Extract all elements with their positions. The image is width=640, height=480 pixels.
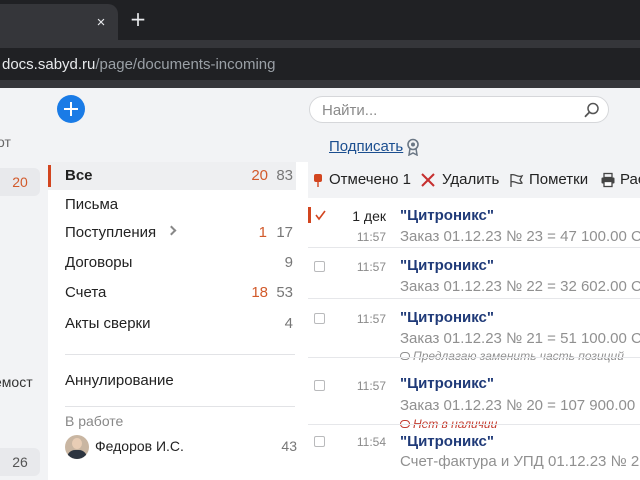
folder-total-count: 9 (284, 254, 293, 271)
avatar (65, 435, 89, 459)
search-icon[interactable] (584, 102, 600, 118)
delete-button[interactable]: Удалить (442, 171, 499, 188)
document-description: Заказ 01.12.23 № 23 = 47 100.00 Ср (400, 228, 640, 245)
section-title-in-work: В работе (65, 413, 124, 429)
new-tab-icon[interactable]: + (128, 9, 148, 29)
divider (65, 406, 295, 407)
left-strip-text: емост (0, 374, 33, 390)
create-document-button[interactable] (57, 95, 85, 123)
folder-invoices[interactable]: Счета 18 53 (48, 279, 296, 307)
folder-label: Аннулирование (65, 372, 174, 389)
document-list: 1 дек "Цитроникс" 11:57 Заказ 01.12.23 №… (308, 198, 640, 480)
document-row[interactable]: 11:54 "Цитроникс" Счет-фактура и УПД 01.… (308, 425, 640, 480)
documents-toolbar: Отмечено 1 Удалить Пометки Рас (308, 162, 640, 198)
folder-unread-count: 18 (251, 284, 268, 301)
document-time: 11:54 (356, 435, 386, 449)
browser-tab[interactable]: × (0, 4, 118, 40)
document-time: 11:57 (356, 379, 386, 393)
row-checkbox[interactable] (314, 380, 325, 391)
sign-link[interactable]: Подписать (329, 138, 403, 155)
folder-reconciliation[interactable]: Акты сверки 4 (48, 310, 296, 338)
document-description: Заказ 01.12.23 № 20 = 107 900.00 С (400, 397, 640, 414)
folder-panel: Все 20 83 Письма Поступления 1 17 Догово… (48, 162, 308, 480)
folder-contracts[interactable]: Договоры 9 (48, 249, 296, 277)
folder-total-count: 53 (276, 284, 293, 301)
folder-receipts[interactable]: Поступления 1 17 (48, 219, 296, 247)
folder-label: Счета (65, 284, 107, 301)
folder-label: Письма (65, 196, 119, 213)
left-navigation-strip: от 20 емост 26 (0, 88, 42, 480)
search-input[interactable] (322, 100, 572, 120)
document-description: Счет-фактура и УПД 01.12.23 № 21 (400, 453, 640, 470)
url-path: /page/documents-incoming (95, 56, 276, 73)
document-time: 11:57 (356, 312, 386, 326)
folder-label: Акты сверки (65, 315, 151, 332)
row-checkbox[interactable] (314, 436, 325, 447)
document-row[interactable]: 1 дек "Цитроникс" 11:57 Заказ 01.12.23 №… (308, 198, 640, 248)
folder-all[interactable]: Все 20 83 (48, 162, 296, 190)
delete-icon (421, 173, 435, 187)
left-strip-text: от (0, 134, 11, 150)
document-row[interactable]: 11:57 "Цитроникс" Заказ 01.12.23 № 21 = … (308, 299, 640, 363)
document-description: Заказ 01.12.23 № 22 = 32 602.00 Ср (400, 278, 640, 295)
folder-label: Все (65, 167, 93, 184)
folder-label: Договоры (65, 254, 133, 271)
marked-count-button[interactable]: Отмечено 1 (329, 171, 411, 188)
document-row[interactable]: 11:57 "Цитроникс" Заказ 01.12.23 № 20 = … (308, 358, 640, 431)
url-text[interactable]: docs.sabyd.ru/page/documents-incoming (2, 56, 276, 74)
document-row[interactable]: 11:57 "Цитроникс" Заказ 01.12.23 № 22 = … (308, 248, 640, 299)
folder-letters[interactable]: Письма (48, 191, 296, 219)
document-organization: "Цитроникс" (400, 309, 495, 326)
folder-total-count: 83 (276, 167, 293, 184)
folder-annulment[interactable]: Аннулирование (48, 367, 296, 395)
row-checkbox[interactable] (314, 261, 325, 272)
url-host: docs.sabyd.ru (2, 56, 96, 73)
folder-unread-count: 1 (258, 224, 267, 241)
checkmark-icon[interactable] (315, 210, 326, 221)
search-box (309, 96, 609, 123)
print-icon (601, 172, 615, 188)
browser-tab-bar: × + (0, 0, 640, 40)
document-organization: "Цитроникс" (400, 207, 495, 224)
active-row-marker (308, 207, 311, 223)
tags-button[interactable]: Пометки (529, 171, 588, 188)
marked-icon (314, 174, 322, 187)
app-content: от 20 емост 26 Все 20 83 Письма Поступле… (0, 88, 640, 480)
left-strip-counter[interactable]: 26 (0, 448, 40, 476)
document-organization: "Цитроникс" (400, 375, 495, 392)
divider (65, 354, 295, 355)
document-date: 1 дек (352, 208, 386, 224)
flag-icon (510, 173, 524, 187)
chevron-right-icon[interactable] (166, 225, 177, 236)
assignee-count: 43 (281, 438, 297, 454)
folder-total-count: 4 (284, 315, 293, 332)
document-organization: "Цитроникс" (400, 433, 495, 450)
folder-total-count: 17 (276, 224, 293, 241)
assignee-name: Федоров И.С. (95, 438, 184, 454)
document-description: Заказ 01.12.23 № 21 = 51 100.00 Ср (400, 330, 640, 347)
document-time: 11:57 (356, 230, 386, 244)
document-organization: "Цитроникс" (400, 257, 495, 274)
assignee-item[interactable]: Федоров И.С. 43 (65, 435, 297, 465)
tab-close-icon[interactable]: × (92, 14, 110, 32)
left-strip-counter[interactable]: 20 (0, 168, 40, 196)
document-time: 11:57 (356, 260, 386, 274)
row-checkbox[interactable] (314, 313, 325, 324)
folder-label: Поступления (65, 224, 157, 241)
print-button[interactable]: Рас (620, 171, 640, 188)
certificate-icon[interactable] (405, 138, 421, 156)
folder-unread-count: 20 (251, 167, 268, 184)
